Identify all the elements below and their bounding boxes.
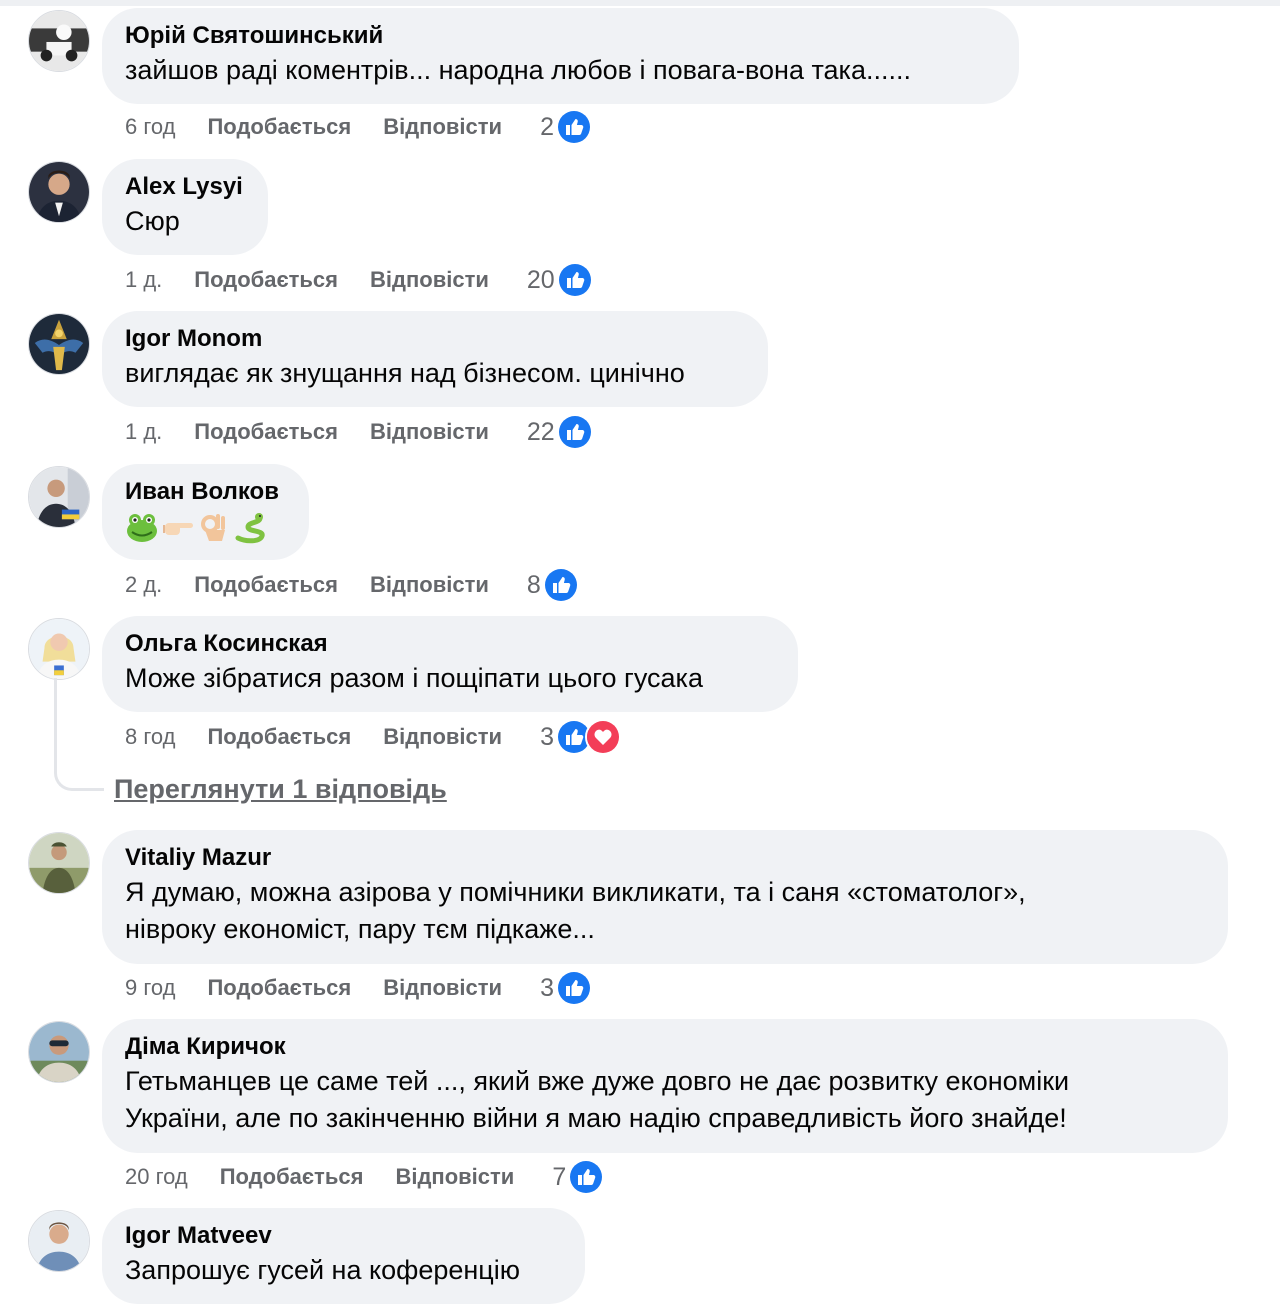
comment-bubble: Діма Киричок Гетьманцев це саме тей ...,… xyxy=(102,1019,1228,1153)
frog-emoji xyxy=(125,510,159,544)
comment-author[interactable]: Діма Киричок xyxy=(125,1031,1205,1063)
reply-button[interactable]: Відповісти xyxy=(370,419,489,445)
comment-author[interactable]: Иван Волков xyxy=(125,476,286,508)
view-replies-link[interactable]: Переглянути 1 відповідь xyxy=(114,774,447,805)
comment-bubble: Igor Matveev Запрошує гусей на коференці… xyxy=(102,1208,585,1304)
reply-button[interactable]: Відповісти xyxy=(383,114,502,140)
avatar[interactable] xyxy=(28,313,90,375)
comment-text: Сюр xyxy=(125,206,180,236)
comment-text: Запрошує гусей на коференцію xyxy=(125,1255,521,1285)
top-edge xyxy=(0,0,1280,6)
comment-bubble: Ольга Косинская Може зібратися разом і п… xyxy=(102,616,798,712)
comment-bubble: Alex Lysyi Сюр xyxy=(102,159,268,255)
comment-text: виглядає як знущання над бізнесом. циніч… xyxy=(125,358,685,388)
avatar[interactable] xyxy=(28,10,90,72)
like-button[interactable]: Подобається xyxy=(207,114,351,140)
reaction-summary[interactable]: 3 xyxy=(540,970,592,1006)
comment-author[interactable]: Юрій Святошинський xyxy=(125,20,996,52)
comment-emojis xyxy=(125,508,286,545)
like-icon xyxy=(542,567,579,603)
reaction-count: 3 xyxy=(540,973,554,1002)
comment-time[interactable]: 20 год xyxy=(125,1164,188,1190)
like-icon xyxy=(556,262,593,298)
reaction-summary[interactable]: 2 xyxy=(540,109,592,145)
avatar[interactable] xyxy=(28,466,90,528)
comment-text-line: Гетьманцев це саме тей ..., який вже дуж… xyxy=(125,1066,1070,1096)
like-button[interactable]: Подобається xyxy=(207,724,351,750)
reply-button[interactable]: Відповісти xyxy=(370,572,489,598)
comment-actions: 9 год Подобається Відповісти 3 xyxy=(125,970,592,1006)
comment-text: зайшов раді коментрів... народна любов і… xyxy=(125,55,911,85)
comment-author[interactable]: Igor Monom xyxy=(125,323,745,355)
reaction-summary[interactable]: 20 xyxy=(527,262,593,298)
avatar[interactable] xyxy=(28,618,90,680)
love-icon xyxy=(584,719,621,755)
comment-actions: 2 д. Подобається Відповісти 8 xyxy=(125,567,579,603)
reply-button[interactable]: Відповісти xyxy=(370,267,489,293)
like-icon xyxy=(555,109,592,145)
comment-actions: 1 д. Подобається Відповісти 20 xyxy=(125,262,593,298)
comment-text-line: нівроку економіст, пару тєм підкаже... xyxy=(125,914,595,944)
comment-author[interactable]: Vitaliy Mazur xyxy=(125,842,1205,874)
reply-thread-line xyxy=(54,678,104,791)
like-icon xyxy=(555,970,592,1006)
avatar[interactable] xyxy=(28,161,90,223)
pointing-right-emoji xyxy=(161,510,195,544)
comment-bubble: Юрій Святошинський зайшов раді коментрів… xyxy=(102,8,1019,104)
reply-button[interactable]: Відповісти xyxy=(395,1164,514,1190)
like-icon xyxy=(556,414,593,450)
like-icon xyxy=(568,1159,605,1195)
comment-text-line: України, але по закінченню війни я маю н… xyxy=(125,1103,1067,1133)
comment-time[interactable]: 6 год xyxy=(125,114,175,140)
like-button[interactable]: Подобається xyxy=(194,572,338,598)
ok-hand-emoji xyxy=(197,510,231,544)
comment-actions: 8 год Подобається Відповісти 3 xyxy=(125,719,621,755)
comment-actions: 1 д. Подобається Відповісти 22 xyxy=(125,414,593,450)
comment-time[interactable]: 9 год xyxy=(125,975,175,1001)
comment-time[interactable]: 8 год xyxy=(125,724,175,750)
reply-button[interactable]: Відповісти xyxy=(383,724,502,750)
reaction-count: 20 xyxy=(526,265,555,294)
reaction-count: 8 xyxy=(526,570,541,599)
comment-text: Може зібратися разом і пощіпати цього гу… xyxy=(125,663,703,693)
comment-author[interactable]: Igor Matveev xyxy=(125,1220,562,1252)
comment-bubble: Vitaliy Mazur Я думаю, можна азірова у п… xyxy=(102,830,1228,964)
reaction-count: 22 xyxy=(526,417,555,446)
reaction-count: 7 xyxy=(552,1162,567,1191)
reaction-summary[interactable]: 7 xyxy=(552,1159,605,1195)
comment-author[interactable]: Ольга Косинская xyxy=(125,628,775,660)
like-button[interactable]: Подобається xyxy=(194,419,338,445)
reaction-summary[interactable]: 8 xyxy=(527,567,579,603)
reaction-count: 3 xyxy=(540,722,554,751)
reaction-summary[interactable]: 3 xyxy=(540,719,621,755)
reaction-summary[interactable]: 22 xyxy=(527,414,593,450)
comment-bubble: Igor Monom виглядає як знущання над бізн… xyxy=(102,311,768,407)
reaction-count: 2 xyxy=(540,112,554,141)
comment-actions: 6 год Подобається Відповісти 2 xyxy=(125,109,592,145)
reply-button[interactable]: Відповісти xyxy=(383,975,502,1001)
comment-time[interactable]: 2 д. xyxy=(125,572,162,598)
like-button[interactable]: Подобається xyxy=(207,975,351,1001)
comment-time[interactable]: 1 д. xyxy=(125,419,162,445)
like-button[interactable]: Подобається xyxy=(220,1164,364,1190)
comment-actions: 20 год Подобається Відповісти 7 xyxy=(125,1159,605,1195)
comment-bubble: Иван Волков xyxy=(102,464,309,560)
avatar[interactable] xyxy=(28,832,90,894)
comment-text-line: Я думаю, можна азірова у помічники викли… xyxy=(125,877,1026,907)
avatar[interactable] xyxy=(28,1021,90,1083)
comment-time[interactable]: 1 д. xyxy=(125,267,162,293)
avatar[interactable] xyxy=(28,1210,90,1272)
like-button[interactable]: Подобається xyxy=(194,267,338,293)
comment-author[interactable]: Alex Lysyi xyxy=(125,171,245,203)
snake-emoji xyxy=(233,510,267,544)
